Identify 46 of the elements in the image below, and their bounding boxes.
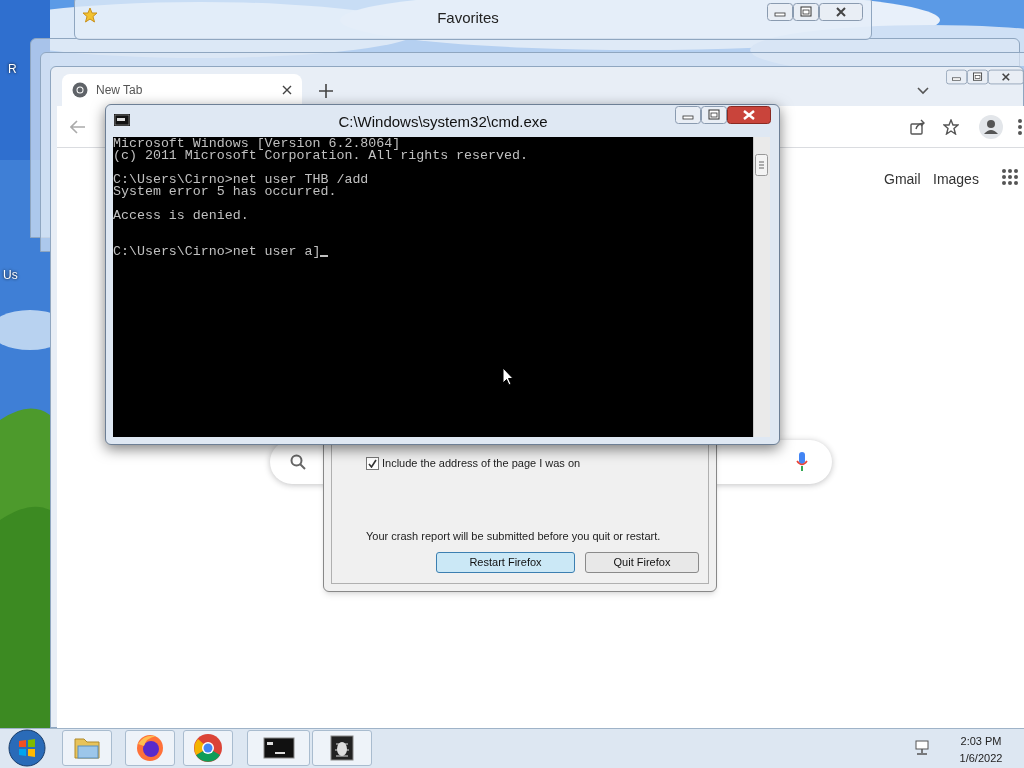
star-icon — [82, 7, 98, 23]
minimize-icon[interactable] — [946, 68, 968, 86]
clock-time[interactable]: 2:03 PM — [950, 733, 1012, 750]
start-button-icon[interactable] — [8, 729, 46, 767]
console-line: C:\Users\Cirno>net user THB /add — [113, 174, 370, 186]
console-icon — [114, 114, 130, 126]
check-icon — [368, 458, 377, 468]
pointer-icon — [502, 367, 514, 386]
header-link[interactable]: Images — [933, 169, 979, 190]
dialog-button[interactable]: Restart Firefox — [436, 552, 575, 573]
share-icon[interactable] — [910, 119, 926, 135]
taskbar-button[interactable] — [247, 730, 310, 766]
taskbar-button[interactable] — [125, 730, 175, 766]
close-icon[interactable] — [282, 85, 292, 95]
console-line: Microsoft Windows [Version 6.2.8064] — [113, 138, 402, 150]
maximize-icon[interactable] — [701, 106, 727, 124]
menu-icon[interactable] — [1018, 119, 1022, 135]
console-line: C:\Users\Cirno>net user a] — [113, 246, 321, 258]
microphone-icon[interactable] — [796, 452, 808, 472]
close-icon[interactable] — [819, 3, 863, 21]
header-link[interactable]: Gmail — [884, 169, 921, 190]
text-cursor — [320, 255, 329, 257]
checkbox-label: Include the address of the page I was on — [382, 456, 581, 471]
apps-grid-icon[interactable] — [1002, 169, 1018, 185]
scroll-thumb-icon[interactable] — [755, 154, 768, 176]
scrollbar[interactable] — [753, 137, 770, 437]
dialog-message: Your crash report will be submitted before you quit or restart. — [366, 529, 661, 544]
dialog-button[interactable]: Quit Firefox — [585, 552, 699, 573]
star-outline-icon[interactable] — [943, 119, 959, 135]
window-title: Favorites — [436, 8, 500, 28]
clock-date[interactable]: 1/6/2022 — [950, 750, 1012, 767]
browser-tab[interactable]: New Tab — [62, 74, 302, 106]
search-icon — [290, 454, 306, 470]
close-icon[interactable] — [727, 106, 771, 124]
chevron-down-icon[interactable] — [917, 87, 929, 95]
chrome-icon — [72, 82, 88, 98]
maximize-icon[interactable] — [793, 3, 819, 21]
console-line: System error 5 has occurred. — [113, 186, 338, 198]
console-line: (c) 2011 Microsoft Corporation. All rights reserved. — [113, 150, 529, 162]
window-title: C:\Windows\system32\cmd.exe — [337, 112, 549, 132]
maximize-icon[interactable] — [967, 68, 989, 86]
profile-icon[interactable] — [979, 115, 1003, 139]
network-icon[interactable] — [914, 740, 930, 756]
new-tab-icon[interactable] — [319, 84, 333, 98]
console-line: Access is denied. — [113, 210, 250, 222]
taskbar-button[interactable] — [312, 730, 372, 766]
